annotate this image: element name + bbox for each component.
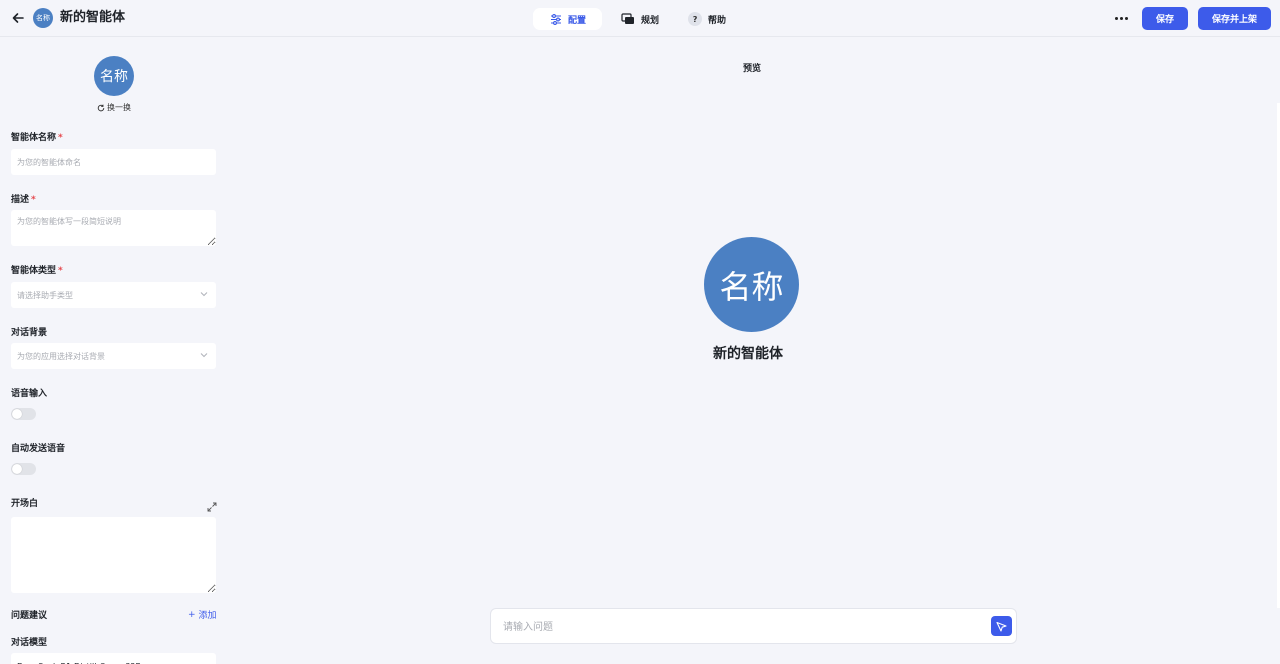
- header-avatar: 名称: [33, 8, 53, 28]
- agent-avatar[interactable]: 名称: [94, 56, 134, 96]
- back-arrow-icon[interactable]: [10, 10, 26, 26]
- agent-name-input[interactable]: [11, 149, 216, 175]
- toggle-knob: [12, 464, 22, 474]
- sliders-icon: [551, 13, 561, 25]
- preview-avatar: 名称: [704, 237, 799, 332]
- chat-input[interactable]: [503, 617, 973, 637]
- page-title: 新的智能体: [60, 10, 126, 25]
- agent-type-label: 智能体类型 *: [11, 266, 63, 276]
- agent-name-label: 智能体名称 *: [11, 133, 63, 143]
- send-button[interactable]: [991, 616, 1012, 636]
- opening-label: 开场白: [11, 499, 39, 509]
- save-button[interactable]: 保存: [1142, 7, 1188, 30]
- add-label: 添加: [198, 611, 217, 621]
- agent-type-placeholder: 请选择助手类型: [17, 290, 73, 300]
- refresh-icon: [97, 104, 105, 111]
- auto-send-voice-label: 自动发送语音: [11, 444, 66, 454]
- description-textarea[interactable]: [11, 210, 216, 246]
- chat-background-label: 对话背景: [11, 328, 48, 338]
- tab-plan[interactable]: 规划: [613, 8, 667, 30]
- chat-model-select[interactable]: DeepSeek-R1-Distill-Qwen-32B: [11, 653, 216, 664]
- chat-background-select[interactable]: 为您的应用选择对话背景: [11, 343, 216, 369]
- auto-send-voice-toggle[interactable]: [11, 463, 36, 475]
- tab-help[interactable]: ? 帮助: [680, 8, 734, 30]
- expand-icon[interactable]: [207, 497, 217, 512]
- swap-label: 换一换: [107, 103, 131, 112]
- agent-type-select[interactable]: 请选择助手类型: [11, 282, 216, 308]
- opening-textarea[interactable]: [11, 517, 216, 593]
- add-suggestion-link[interactable]: + 添加: [188, 608, 217, 622]
- chat-background-placeholder: 为您的应用选择对话背景: [17, 351, 105, 361]
- tab-config[interactable]: 配置: [533, 8, 602, 30]
- tab-bar: 配置 规划 ? 帮助: [533, 8, 734, 30]
- question-icon: ?: [688, 12, 703, 26]
- description-label: 描述 *: [11, 195, 36, 205]
- toggle-knob: [12, 409, 22, 419]
- chevron-down-icon: [200, 353, 208, 358]
- voice-input-toggle[interactable]: [11, 408, 36, 420]
- preview-panel: 预览 名称 新的智能体: [227, 38, 1280, 664]
- question-suggestions-label: 问题建议: [11, 611, 48, 621]
- tab-plan-label: 规划: [641, 15, 660, 26]
- save-and-publish-button[interactable]: 保存并上架: [1198, 7, 1271, 30]
- voice-input-label: 语音输入: [11, 389, 48, 399]
- tab-help-label: 帮助: [708, 15, 727, 26]
- send-icon: [996, 621, 1007, 632]
- swap-avatar-link[interactable]: 换一换: [97, 102, 131, 113]
- top-bar: 名称 新的智能体 配置 规划 ? 帮助 保存 保存并上架: [0, 0, 1280, 37]
- chat-input-box: [490, 608, 1017, 644]
- chevron-down-icon: [200, 292, 208, 297]
- preview-title: 预览: [743, 64, 762, 74]
- more-icon[interactable]: [1112, 10, 1130, 26]
- tab-config-label: 配置: [568, 15, 587, 26]
- plus-icon: +: [188, 609, 196, 620]
- monitor-icon: [621, 13, 634, 24]
- chat-model-label: 对话模型: [11, 638, 48, 648]
- preview-agent-name: 新的智能体: [713, 346, 783, 362]
- config-sidebar: 名称 换一换 智能体名称* 描述* 智能体类型* 请选择助手类型 对话背景 为您…: [0, 38, 227, 664]
